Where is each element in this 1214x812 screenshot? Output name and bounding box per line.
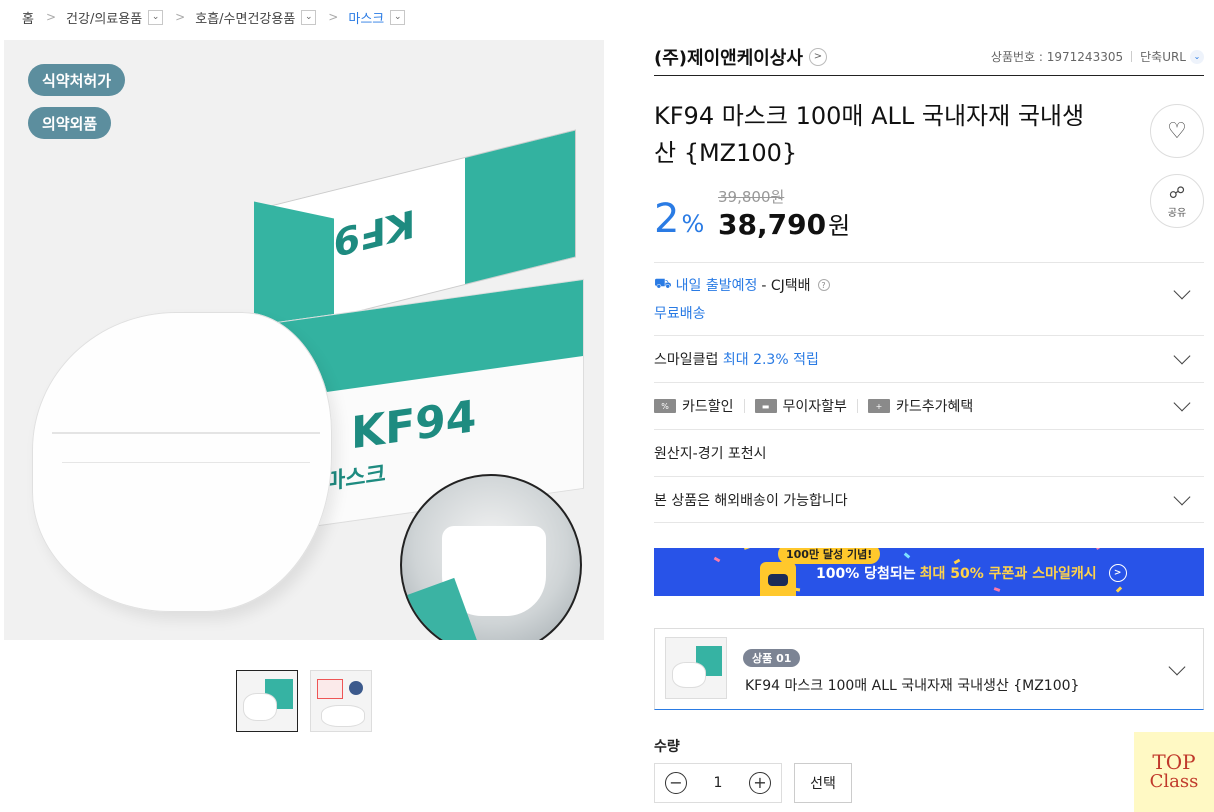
breadcrumb-item-mask[interactable]: 마스크 ⌄	[348, 8, 406, 27]
breadcrumb-home[interactable]: 홈	[22, 8, 34, 27]
carrier: - CJ택배	[761, 278, 811, 294]
breadcrumb-item-health[interactable]: 건강/의료용품 ⌄	[66, 8, 164, 27]
quantity-input[interactable]: 1	[714, 775, 723, 791]
minus-icon[interactable]: −	[665, 772, 687, 794]
discount-rate: 2%	[654, 196, 705, 242]
plus-icon[interactable]: +	[748, 772, 771, 794]
chevron-right-icon: >	[175, 10, 186, 24]
original-price: 39,800원	[718, 188, 785, 206]
product-title: KF94 마스크 100매 ALL 국내자재 국내생산 {MZ100}	[654, 102, 1085, 167]
short-url-button[interactable]: 단축URL ⌄	[1140, 48, 1204, 65]
chevron-right-icon[interactable]: >	[808, 47, 827, 66]
card-discount-icon: %	[654, 399, 676, 413]
option-badge: 상품 01	[743, 649, 801, 667]
origin-row: 원산지-경기 포천시	[654, 429, 1204, 476]
banner-tag: 100만 달성 기념!	[778, 548, 881, 564]
mask-illustration	[32, 312, 332, 612]
select-button[interactable]: 선택	[794, 763, 852, 803]
promo-banner[interactable]: 100만 달성 기념! 100% 당첨되는 최대 50% 쿠폰과 스마일캐시 >	[654, 548, 1204, 596]
truck-icon: ⛟	[654, 276, 672, 292]
help-icon[interactable]: ?	[817, 279, 830, 291]
divider	[743, 399, 745, 413]
banner-text: 100% 당첨되는 최대 50% 쿠폰과 스마일캐시 >	[816, 563, 1127, 583]
product-main-image[interactable]: 식약처허가 의약외품 KF94 KF94 마스크	[4, 40, 604, 640]
mascot-icon	[760, 562, 796, 596]
share-button[interactable]: ☍ 공유	[1150, 174, 1204, 228]
wishlist-button[interactable]: ♡	[1150, 104, 1204, 158]
chevron-right-icon: >	[328, 10, 339, 24]
chevron-down-icon[interactable]	[1173, 394, 1191, 412]
quantity-stepper: − 1 +	[654, 763, 782, 803]
chevron-right-icon: >	[1108, 564, 1127, 582]
divider	[856, 399, 858, 413]
chevron-down-icon[interactable]: ⌄	[390, 9, 406, 25]
heart-icon: ♡	[1167, 118, 1187, 144]
seller-name[interactable]: (주)제이앤케이상사	[654, 44, 803, 70]
watermark-logo: TOP Class	[1134, 732, 1214, 812]
chevron-down-icon[interactable]	[1173, 347, 1191, 365]
share-icon: ☍	[1168, 183, 1186, 202]
card-plus-icon: +	[867, 399, 890, 413]
quasi-drug-badge: 의약외품	[28, 107, 112, 139]
seller-row: (주)제이앤케이상사 > 상품번호 : 1971243305 단축URL ⌄	[654, 38, 1204, 76]
quantity-label: 수량	[654, 739, 680, 755]
packaging-zoom-circle	[400, 474, 582, 640]
chevron-down-icon: ⌄	[1190, 49, 1204, 64]
chevron-down-icon[interactable]: ⌄	[148, 9, 164, 25]
chevron-down-icon[interactable]	[1173, 282, 1191, 300]
approval-badge: 식약처허가	[28, 64, 126, 96]
free-shipping: 무료배송	[654, 306, 706, 322]
card-benefits-row[interactable]: % 카드할인 ▬ 무이자할부 + 카드추가혜택	[654, 382, 1204, 429]
breadcrumb-item-breathing[interactable]: 호흡/수면건강용품 ⌄	[195, 8, 317, 27]
option-selector[interactable]: 상품 01 KF94 마스크 100매 ALL 국내자재 국내생산 {MZ100…	[654, 628, 1204, 710]
shipping-row[interactable]: ⛟ 내일 출발예정 - CJ택배 ? 무료배송	[654, 262, 1204, 335]
option-thumbnail	[665, 637, 727, 699]
thumbnail-1[interactable]	[236, 670, 298, 732]
divider	[1131, 51, 1133, 62]
thumbnail-list	[236, 670, 372, 732]
option-name: KF94 마스크 100매 ALL 국내자재 국내생산 {MZ100}	[745, 678, 1080, 694]
chevron-down-icon[interactable]	[1168, 658, 1186, 676]
chevron-down-icon[interactable]	[1173, 488, 1191, 505]
chevron-down-icon[interactable]: ⌄	[301, 9, 317, 25]
thumbnail-2[interactable]	[310, 670, 372, 732]
breadcrumb: 홈 > 건강/의료용품 ⌄ > 호흡/수면건강용품 ⌄ > 마스크 ⌄	[22, 6, 406, 28]
product-number: 상품번호 : 1971243305	[990, 50, 1124, 64]
chevron-right-icon: >	[45, 10, 57, 24]
departure-date: 내일 출발예정	[675, 278, 758, 294]
sale-price: 38,790원	[718, 208, 851, 241]
overseas-shipping-row[interactable]: 본 상품은 해외배송이 가능합니다	[654, 476, 1204, 523]
installment-card-icon: ▬	[754, 399, 777, 413]
product-page: 홈 > 건강/의료용품 ⌄ > 호흡/수면건강용품 ⌄ > 마스크 ⌄ 식약처허…	[0, 0, 1214, 812]
smile-club-row[interactable]: 스마일클럽 최대 2.3% 적립	[654, 335, 1204, 382]
product-info-rows: ⛟ 내일 출발예정 - CJ택배 ? 무료배송 스마일클럽 최대 2.3% 적립…	[654, 262, 1204, 523]
